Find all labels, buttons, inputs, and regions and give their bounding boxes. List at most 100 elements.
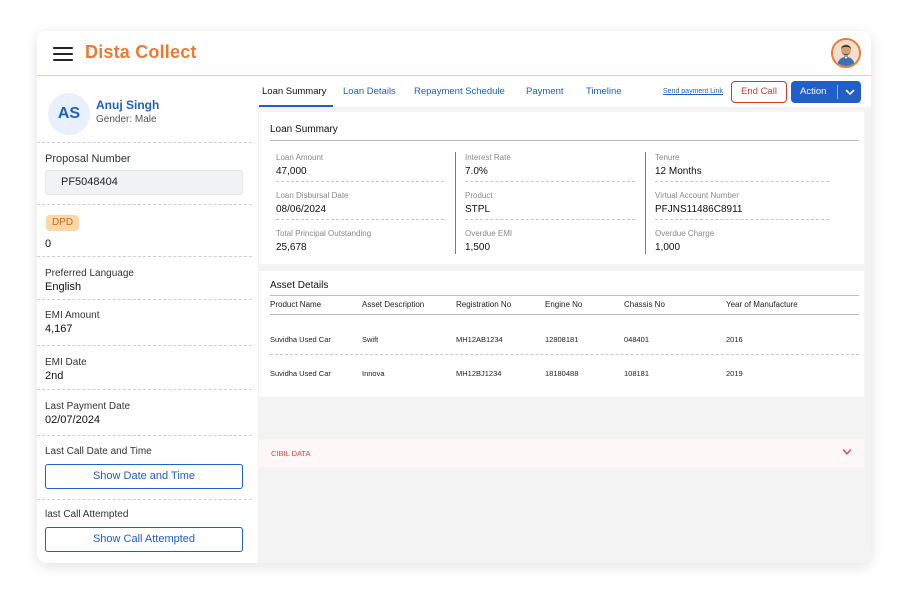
emi-date-value: 2nd [45, 370, 64, 382]
emi-date-label: EMI Date [45, 357, 87, 368]
emi-amount-value: 4,167 [45, 323, 73, 335]
send-payment-link[interactable]: Send payment Link [663, 88, 723, 95]
language-value: English [45, 281, 82, 293]
avatar: AS [48, 93, 90, 135]
table-cell: MH12BJ1234 [456, 369, 502, 378]
tab-timeline[interactable]: Timeline [586, 86, 622, 97]
divider [276, 219, 444, 220]
asset-details-card: Asset Details Product Name Asset Descrip… [259, 271, 864, 397]
column-separator [455, 152, 456, 254]
customer-name: Anuj Singh [96, 98, 160, 112]
chevron-down-icon[interactable] [842, 447, 852, 457]
divider [655, 219, 829, 220]
tab-payment[interactable]: Payment [526, 86, 564, 97]
divider [837, 85, 838, 99]
loan-amount-label: Loan Amount [276, 153, 324, 162]
divider [37, 389, 252, 390]
customer-gender: Gender: Male [96, 114, 157, 125]
product-value: STPL [465, 204, 491, 215]
table-cell: 2019 [726, 369, 743, 378]
action-label: Action [800, 86, 827, 97]
interest-rate-label: Interest Rate [465, 153, 511, 162]
asset-details-title: Asset Details [270, 280, 329, 291]
overdue-emi-label: Overdue EMI [465, 229, 513, 238]
table-cell: Innova [362, 369, 385, 378]
tenure-label: Tenure [655, 153, 680, 162]
loan-amount-value: 47,000 [276, 166, 307, 177]
loan-summary-card: Loan Summary Loan Amount 47,000 Interest… [259, 112, 864, 264]
dpd-badge: DPD [46, 215, 79, 231]
divider [37, 142, 252, 143]
tab-loan-details[interactable]: Loan Details [343, 86, 396, 97]
app-window: Dista Collect AS Anuj Singh Gender: Male… [37, 31, 871, 563]
column-header: Chassis No [624, 300, 665, 309]
dpd-value: 0 [45, 238, 52, 250]
column-header: Engine No [545, 300, 583, 309]
chevron-down-icon[interactable] [844, 86, 856, 98]
interest-rate-value: 7.0% [465, 166, 488, 177]
user-photo-icon[interactable] [831, 38, 861, 68]
table-cell: 048401 [624, 335, 650, 344]
divider [655, 181, 829, 182]
show-date-time-button[interactable]: Show Date and Time [45, 464, 243, 489]
tab-repayment-schedule[interactable]: Repayment Schedule [414, 86, 505, 97]
show-call-attempted-button[interactable]: Show Call Attempted [45, 527, 243, 552]
table-cell: 12808181 [545, 335, 579, 344]
divider [270, 354, 859, 355]
divider [270, 140, 859, 141]
last-call-label: Last Call Date and Time [45, 446, 152, 457]
table-cell: 18180488 [545, 369, 579, 378]
hamburger-icon[interactable] [53, 46, 73, 62]
divider [37, 204, 252, 205]
divider [37, 345, 252, 346]
divider [465, 219, 635, 220]
column-header: Registration No [456, 300, 512, 309]
virtual-account-value: PFJNS11486C8911 [655, 204, 743, 215]
tab-loan-summary[interactable]: Loan Summary [262, 86, 326, 97]
loan-summary-title: Loan Summary [270, 124, 338, 135]
cibil-data-label: CIBIL DATA [271, 449, 311, 458]
table-cell: Suvidha Used Car [270, 369, 331, 378]
customer-profile: AS Anuj Singh Gender: Male [45, 87, 245, 139]
overdue-charge-value: 1,000 [655, 242, 681, 253]
proposal-number-field: PF5048404 [45, 170, 243, 195]
column-header: Year of Manufacture [726, 300, 798, 309]
tab-bar: Loan Summary Loan Details Repayment Sche… [258, 77, 871, 107]
divider [37, 499, 252, 500]
divider [465, 181, 635, 182]
overdue-charge-label: Overdue Charge [655, 229, 715, 238]
disbursal-date-label: Loan Disbursal Date [276, 191, 349, 200]
divider [37, 299, 252, 300]
sidebar: AS Anuj Singh Gender: Male Proposal Numb… [37, 77, 255, 563]
language-label: Preferred Language [45, 268, 134, 279]
divider [270, 314, 859, 315]
column-separator [645, 152, 646, 254]
disbursal-date-value: 08/06/2024 [276, 204, 327, 215]
divider [37, 435, 252, 436]
table-cell: 2016 [726, 335, 743, 344]
active-tab-indicator [259, 105, 333, 107]
last-payment-label: Last Payment Date [45, 401, 131, 412]
main-content: Loan Summary Loan Details Repayment Sche… [258, 77, 871, 563]
table-cell: Suvidha Used Car [270, 335, 331, 344]
app-header: Dista Collect [37, 31, 871, 76]
action-button[interactable]: Action [791, 81, 861, 103]
table-cell: 108181 [624, 369, 650, 378]
divider [276, 181, 444, 182]
last-payment-value: 02/07/2024 [45, 414, 101, 426]
table-cell: MH12AB1234 [456, 335, 503, 344]
principal-outstanding-value: 25,678 [276, 242, 307, 253]
cibil-data-section[interactable]: CIBIL DATA [259, 439, 864, 467]
overdue-emi-value: 1,500 [465, 242, 491, 253]
column-header: Asset Description [362, 300, 425, 309]
divider [37, 256, 252, 257]
table-cell: Swift [362, 335, 379, 344]
divider [270, 295, 859, 296]
end-call-button[interactable]: End Call [731, 81, 787, 103]
principal-outstanding-label: Total Principal Outstanding [276, 229, 372, 238]
virtual-account-label: Virtual Account Number [655, 191, 739, 200]
tenure-value: 12 Months [655, 166, 702, 177]
proposal-label: Proposal Number [45, 153, 131, 165]
last-attempt-label: last Call Attempted [45, 509, 129, 520]
product-label: Product [465, 191, 493, 200]
